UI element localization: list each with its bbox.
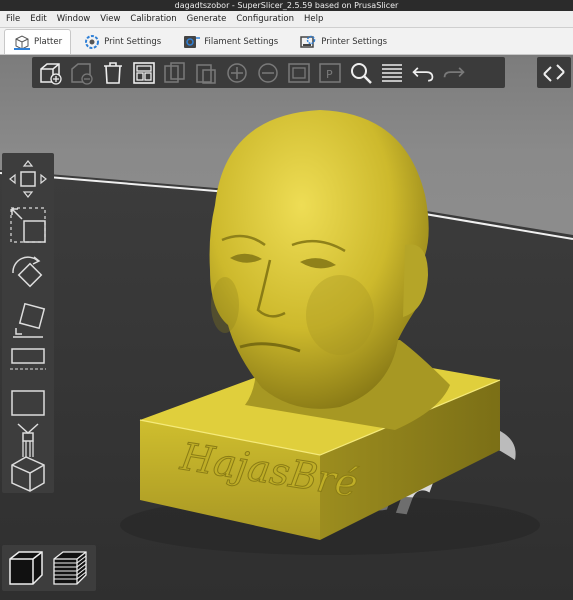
paste-icon [196, 63, 216, 84]
split-parts-icon: P [319, 62, 341, 83]
place-on-face-button[interactable] [8, 301, 48, 341]
tab-filament-settings[interactable]: Filament Settings [173, 30, 286, 54]
svg-text:P: P [326, 68, 333, 81]
left-toolbar [2, 153, 54, 493]
minus-circle-icon [258, 62, 278, 83]
search-icon [351, 62, 372, 84]
cube-icon [14, 35, 30, 50]
move-icon [9, 160, 47, 198]
layers-editing-button[interactable] [380, 61, 404, 85]
menu-help[interactable]: Help [304, 14, 323, 24]
split-objects-button[interactable] [287, 61, 311, 85]
add-cube-icon [40, 62, 62, 85]
scale-icon [10, 207, 46, 243]
double-chevron-icon [543, 63, 565, 82]
solid-cube-icon [9, 551, 43, 585]
layered-cube-icon [53, 551, 87, 585]
3d-viewport[interactable]: er HajasBré [0, 55, 573, 600]
undo-button[interactable] [411, 61, 435, 85]
menu-generate[interactable]: Generate [187, 14, 227, 24]
menu-window[interactable]: Window [57, 14, 91, 24]
tab-print-settings[interactable]: Print Settings [75, 30, 169, 54]
copy-button[interactable] [163, 61, 187, 85]
add-button[interactable] [39, 61, 63, 85]
tab-platter[interactable]: Platter [4, 29, 72, 54]
tab-label: Print Settings [104, 37, 162, 47]
menu-file[interactable]: File [6, 14, 20, 24]
paste-button[interactable] [194, 61, 218, 85]
menu-configuration[interactable]: Configuration [236, 14, 294, 24]
undo-icon [412, 66, 434, 82]
cut-button[interactable] [8, 345, 48, 385]
view-3d-button[interactable] [6, 548, 46, 588]
tab-label: Printer Settings [321, 37, 388, 47]
rotate-icon [12, 256, 43, 288]
preview-button[interactable] [50, 548, 90, 588]
collapse-sidebar-button[interactable] [537, 57, 571, 88]
trash-icon [104, 61, 122, 84]
tab-label: Filament Settings [204, 37, 279, 47]
move-button[interactable] [8, 159, 48, 199]
search-button[interactable] [349, 61, 373, 85]
box-3d-icon [11, 456, 45, 492]
split-objects-icon [288, 62, 310, 83]
remove-instance-button[interactable] [256, 61, 280, 85]
tab-printer-settings[interactable]: Printer Settings [290, 30, 395, 54]
split-parts-button[interactable]: P [318, 61, 342, 85]
delete-all-button[interactable] [101, 61, 125, 85]
gear-icon [85, 35, 100, 49]
tab-bar: Platter Print Settings Filament Settings… [0, 28, 573, 55]
rotate-button[interactable] [8, 253, 48, 293]
plus-circle-icon [227, 62, 247, 83]
scale-button[interactable] [8, 205, 48, 245]
menu-calibration[interactable]: Calibration [130, 14, 176, 24]
menu-view[interactable]: View [100, 14, 120, 24]
printer-icon [300, 35, 316, 48]
delete-cube-icon [71, 62, 93, 85]
place-on-face-icon [13, 302, 46, 338]
delete-button[interactable] [70, 61, 94, 85]
menu-edit[interactable]: Edit [30, 14, 46, 24]
redo-icon [443, 66, 465, 77]
arrange-icon [133, 61, 155, 84]
spool-icon [184, 36, 201, 48]
hollow-button[interactable] [8, 383, 48, 423]
menu-bar: File Edit Window View Calibration Genera… [0, 11, 573, 28]
copy-icon [164, 61, 185, 83]
add-instance-button[interactable] [225, 61, 249, 85]
redo-button[interactable] [442, 61, 466, 85]
arrange-button[interactable] [132, 61, 156, 85]
cut-icon [10, 348, 46, 370]
top-toolbar: P [32, 57, 505, 88]
view-toggle [2, 545, 96, 591]
hollow-icon [11, 390, 45, 416]
layers-icon [382, 63, 402, 82]
3d-view-button[interactable] [8, 453, 48, 493]
tab-label: Platter [34, 37, 63, 47]
window-title: dagadtszobor - SuperSlicer_2.5.59 based … [0, 0, 573, 11]
3d-scene: er HajasBré [0, 110, 573, 600]
